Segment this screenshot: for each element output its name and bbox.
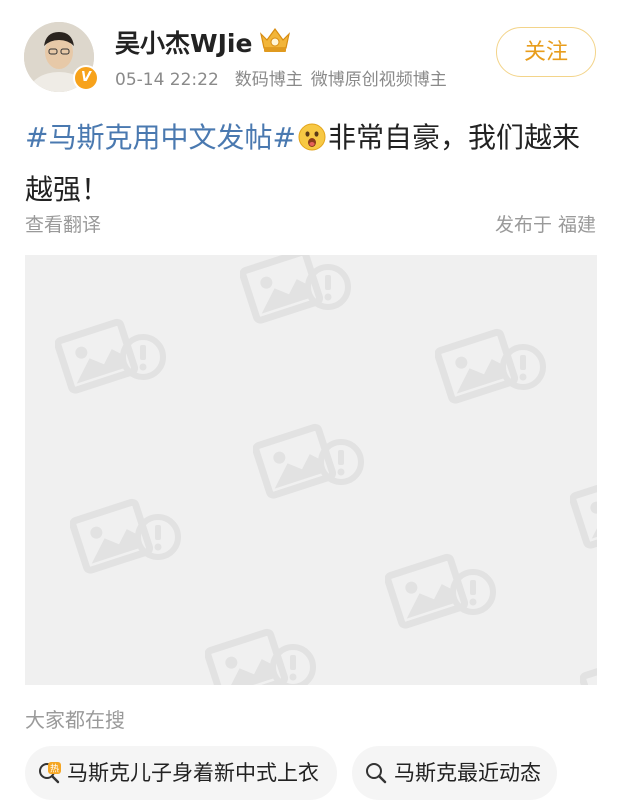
follow-button[interactable]: 关注	[496, 27, 596, 77]
broken-image-icon	[580, 650, 597, 685]
post-image[interactable]	[25, 255, 597, 685]
broken-image-icon	[385, 550, 500, 630]
hot-badge: 热	[50, 763, 59, 775]
post-header: V 吴小杰WJie 05-14 22:22 数码博主 微博原创视频博主 关注	[0, 0, 621, 110]
broken-image-icon	[70, 495, 185, 575]
broken-image-icon	[570, 470, 597, 550]
search-chip[interactable]: 马斯克最近动态	[352, 746, 557, 800]
broken-image-icon	[55, 315, 170, 395]
broken-image-icon	[253, 420, 368, 500]
search-chip-label: 马斯克儿子身着新中式上衣	[67, 761, 319, 785]
broken-image-icon	[435, 325, 550, 405]
translate-link[interactable]: 查看翻译	[25, 210, 101, 237]
post-meta: 05-14 22:22 数码博主 微博原创视频博主	[115, 65, 447, 90]
surprised-face-emoji-icon	[298, 123, 326, 151]
crown-icon	[259, 27, 291, 52]
author-tag: 数码博主	[234, 70, 303, 90]
post-location: 发布于 福建	[494, 214, 596, 236]
username[interactable]: 吴小杰WJie	[115, 24, 252, 60]
search-chip[interactable]: 热 马斯克儿子身着新中式上衣	[25, 746, 337, 800]
broken-image-icon	[205, 625, 320, 685]
search-icon	[366, 763, 387, 784]
broken-image-icon	[240, 255, 355, 325]
hot-search-icon: 热	[39, 762, 61, 784]
verified-badge-icon: V	[73, 65, 99, 91]
post-content: #马斯克用中文发帖# 非常自豪，我们越来越强！	[25, 112, 605, 216]
post-time: 05-14 22:22	[115, 70, 219, 90]
hashtag-link[interactable]: #马斯克用中文发帖#	[25, 121, 296, 154]
author-tag: 微博原创视频博主	[310, 70, 447, 90]
search-chip-label: 马斯克最近动态	[394, 761, 541, 785]
trending-search-title: 大家都在搜	[25, 708, 125, 732]
